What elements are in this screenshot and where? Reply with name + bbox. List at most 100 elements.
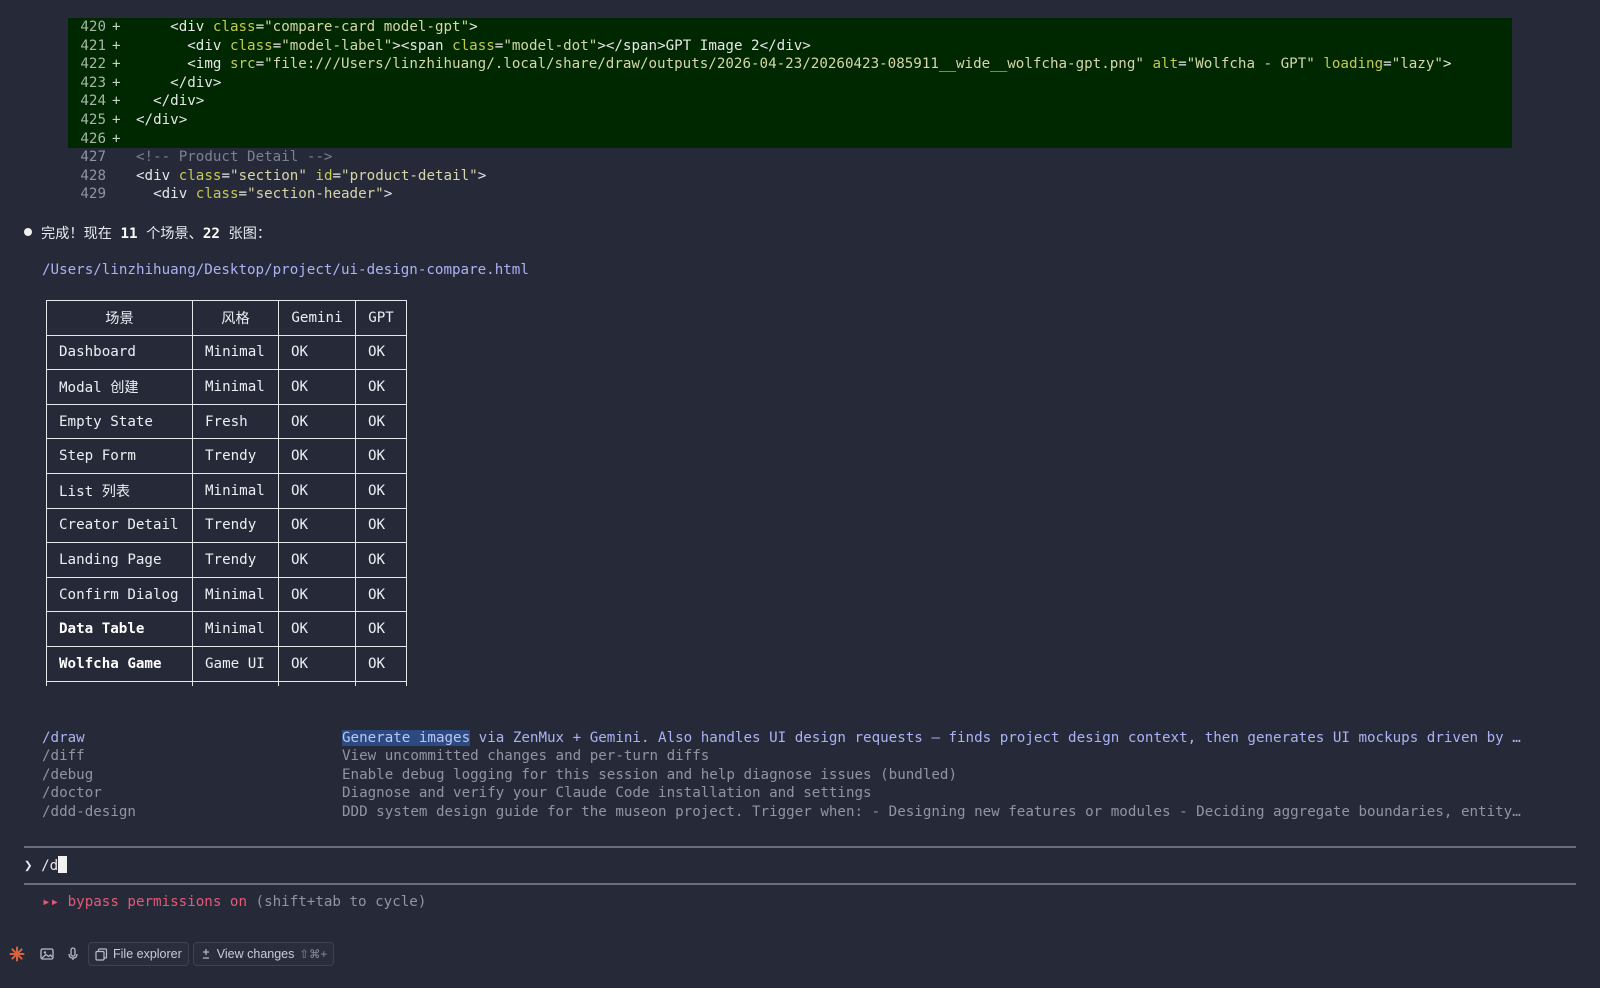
diff-context-line: 429 <div class="section-header"> xyxy=(68,185,1512,204)
cell-scene: Modal 创建 xyxy=(46,369,193,405)
prompt-line[interactable]: ❯ /d xyxy=(24,856,68,876)
view-changes-button[interactable]: View changes ⇧⌘+ xyxy=(192,942,335,966)
description-text: View uncommitted changes and per-turn di… xyxy=(342,748,710,765)
cell-scene: Dashboard xyxy=(46,334,193,371)
diff-added-line: 425 + </div> xyxy=(68,110,1512,130)
scene-count: 11 xyxy=(120,226,138,242)
claude-logo-icon[interactable] xyxy=(6,943,28,965)
command-item-debug[interactable]: /debug Enable debug logging for this sess… xyxy=(42,766,1562,784)
mode-label: bypass permissions on xyxy=(67,894,248,910)
cell-gpt: OK xyxy=(355,438,407,474)
code-text: <div class="compare-card model-gpt"> xyxy=(136,19,478,35)
diff-view: 420 + <div class="compare-card model-gpt"… xyxy=(68,18,1512,204)
cell-gpt: OK xyxy=(355,334,407,371)
cell-gpt: OK xyxy=(355,645,407,682)
table-row: Creator Detail Trendy OK OK xyxy=(46,507,407,544)
microphone-icon[interactable] xyxy=(62,943,84,965)
image-count: 22 xyxy=(202,226,220,242)
table-row: Confirm Dialog Minimal OK OK xyxy=(46,576,407,613)
line-number: 420 xyxy=(80,19,106,35)
bullet-icon xyxy=(24,228,32,236)
command-description: Enable debug logging for this session an… xyxy=(342,766,1532,784)
input-top-divider xyxy=(24,846,1576,848)
diff-plus-marker: + xyxy=(112,111,121,128)
code-text: <div class="section-header"> xyxy=(136,186,393,203)
command-suggestions: /draw Generate images via ZenMux + Gemini… xyxy=(42,729,1562,821)
truncated-cell xyxy=(46,680,193,686)
copy-icon xyxy=(95,947,108,961)
cell-gpt: OK xyxy=(355,507,407,544)
cell-style: Trendy xyxy=(192,507,279,544)
cell-gemini: OK xyxy=(278,472,356,509)
code-text: <div class="section" id="product-detail"… xyxy=(136,167,487,184)
diff-plus-marker: + xyxy=(112,93,121,110)
cell-style: Game UI xyxy=(192,645,279,682)
cell-gpt: OK xyxy=(355,576,407,613)
table-row: Step Form Trendy OK OK xyxy=(46,438,407,474)
line-number: 425 xyxy=(80,111,106,128)
command-description: View uncommitted changes and per-turn di… xyxy=(342,747,1532,765)
cell-scene: Step Form xyxy=(46,438,193,474)
summary-text-mid: 个场景、 xyxy=(137,226,203,242)
cell-scene: Wolfcha Game xyxy=(46,645,193,682)
table-row: Wolfcha Game Game UI OK OK xyxy=(46,645,407,682)
text-cursor xyxy=(58,856,68,873)
view-changes-shortcut: ⇧⌘+ xyxy=(299,949,328,961)
cell-gemini: OK xyxy=(278,369,356,405)
description-text: via ZenMux + Gemini. Also handles UI des… xyxy=(470,730,1521,746)
cell-scene: Landing Page xyxy=(46,542,193,578)
code-text: </div> xyxy=(136,93,205,110)
double-arrow-icon: ▸▸ xyxy=(42,894,60,910)
file-path-link[interactable]: /Users/linzhihuang/Desktop/project/ui-de… xyxy=(42,260,529,280)
cell-gpt: OK xyxy=(355,542,407,578)
diff-added-line: 424 + </div> xyxy=(68,92,1512,111)
truncated-cell xyxy=(355,680,407,686)
cell-gemini: OK xyxy=(278,576,356,613)
description-text: DDD system design guide for the museon p… xyxy=(342,803,1521,820)
table-row: List 列表 Minimal OK OK xyxy=(46,472,407,509)
line-number: 422 xyxy=(80,56,106,73)
cell-gpt: OK xyxy=(355,472,407,509)
cell-gemini: OK xyxy=(278,611,356,647)
code-text: </div> xyxy=(136,74,222,91)
cell-gemini: OK xyxy=(278,542,356,578)
file-explorer-button[interactable]: File explorer xyxy=(88,942,189,966)
diff-plus-marker: + xyxy=(112,37,121,54)
description-text: Enable debug logging for this session an… xyxy=(342,766,957,783)
summary-text-pre: 完成！现在 xyxy=(41,226,121,242)
cell-style: Trendy xyxy=(192,438,279,474)
command-description: DDD system design guide for the museon p… xyxy=(342,803,1532,821)
line-number: 428 xyxy=(80,167,106,184)
file-explorer-label: File explorer xyxy=(113,947,182,961)
diff-added-line: 420 + <div class="compare-card model-gpt"… xyxy=(68,18,1512,37)
code-text: <img src="file:///Users/linzhihuang/.loc… xyxy=(136,56,1452,73)
cell-style: Fresh xyxy=(192,403,279,440)
cell-style: Minimal xyxy=(192,334,279,371)
command-name: /diff xyxy=(42,748,85,765)
command-item-draw[interactable]: /draw Generate images via ZenMux + Gemini… xyxy=(42,729,1562,747)
bottom-toolbar: File explorer View changes ⇧⌘+ xyxy=(0,940,1600,968)
cell-gpt: OK xyxy=(355,611,407,647)
image-icon[interactable] xyxy=(36,943,58,965)
diff-context-line: 427 <!-- Product Detail --> xyxy=(68,148,1512,167)
command-item-ddd-design[interactable]: /ddd-design DDD system design guide for t… xyxy=(42,803,1562,821)
diff-context-line: 428 <div class="section" id="product-deta… xyxy=(68,167,1512,186)
table-row: Landing Page Trendy OK OK xyxy=(46,542,407,578)
command-item-diff[interactable]: /diff View uncommitted changes and per-tu… xyxy=(42,747,1562,765)
code-text: </div> xyxy=(136,111,188,128)
prompt-input[interactable]: /d xyxy=(41,858,58,874)
command-name: /draw xyxy=(42,730,85,746)
cell-style: Minimal xyxy=(192,472,279,509)
command-name: /doctor xyxy=(42,785,102,802)
command-item-doctor[interactable]: /doctor Diagnose and verify your Claude C… xyxy=(42,784,1562,802)
cell-scene: List 列表 xyxy=(46,472,193,509)
input-bottom-divider xyxy=(24,883,1576,885)
plus-minus-icon xyxy=(202,949,209,959)
header-style: 风格 xyxy=(192,300,279,336)
diff-added-line: 421 + <div class="model-label"><span clas… xyxy=(68,36,1512,56)
table-row: Dashboard Minimal OK OK xyxy=(46,334,407,371)
prompt-chevron-icon: ❯ xyxy=(24,858,33,874)
code-text: <div class="model-label"><span class="mo… xyxy=(136,37,811,54)
cell-style: Minimal xyxy=(192,611,279,647)
cell-gpt: OK xyxy=(355,369,407,405)
